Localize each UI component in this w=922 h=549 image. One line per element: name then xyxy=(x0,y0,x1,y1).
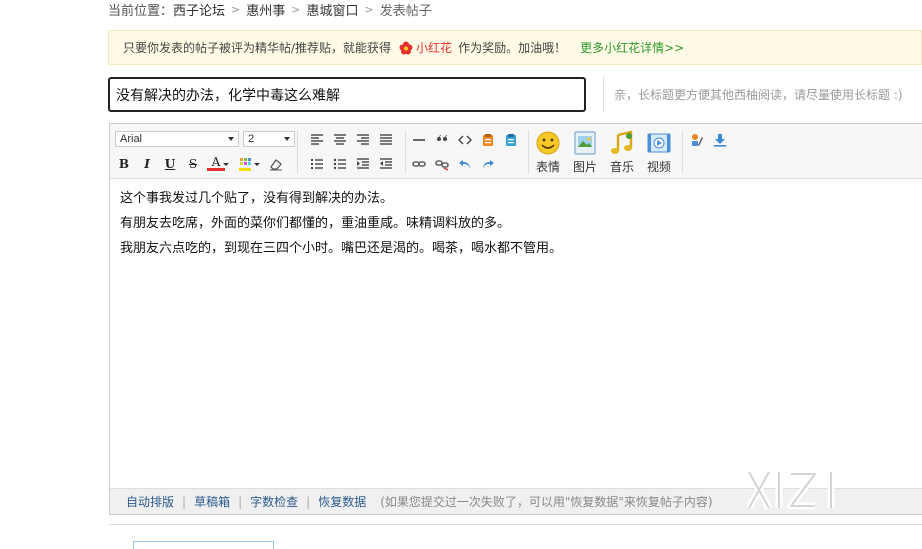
post-title-input[interactable] xyxy=(108,77,586,112)
breadcrumb-current: 发表帖子 xyxy=(379,3,432,19)
rich-text-editor: Arial 2 B I U S A 表情 图片 音乐 视频 这个事我发过几个贴了… xyxy=(109,123,922,515)
chevron-down-icon[interactable] xyxy=(253,155,261,173)
word-count-link[interactable]: 字数检查 xyxy=(250,493,298,510)
bottom-input-box[interactable] xyxy=(133,541,274,549)
quote-icon[interactable] xyxy=(433,131,451,149)
xizi-watermark-logo xyxy=(745,470,835,510)
strikethrough-button[interactable]: S xyxy=(184,155,202,173)
underline-button[interactable]: U xyxy=(161,155,179,173)
emoji-button[interactable]: 表情 xyxy=(532,130,564,176)
breadcrumb: 当前位置： 西子论坛 > 惠州事 > 惠城窗口 > 发表帖子 xyxy=(108,0,432,19)
editor-toolbar: Arial 2 B I U S A 表情 图片 音乐 视频 xyxy=(110,124,922,179)
outdent-icon[interactable] xyxy=(377,155,395,173)
status-separator: | xyxy=(238,494,243,509)
title-divider xyxy=(603,77,604,112)
align-right-icon[interactable] xyxy=(354,131,372,149)
status-separator: | xyxy=(306,494,311,509)
music-label: 音乐 xyxy=(609,160,634,174)
breadcrumb-separator: > xyxy=(291,2,301,16)
video-icon xyxy=(647,133,671,153)
eraser-icon[interactable] xyxy=(267,155,285,173)
smiley-icon xyxy=(536,131,560,155)
paste-word-icon[interactable] xyxy=(479,131,497,149)
breadcrumb-item-huizhou[interactable]: 惠州事 xyxy=(246,0,285,19)
drafts-link[interactable]: 草稿箱 xyxy=(194,493,230,510)
notice-text: 只要你发表的帖子被评为精华帖/推荐贴，就能获得 xyxy=(123,41,392,55)
align-justify-icon[interactable] xyxy=(377,131,395,149)
toolbar-separator xyxy=(297,130,298,174)
toolbar-separator xyxy=(682,130,683,174)
breadcrumb-item-huicheng[interactable]: 惠城窗口 xyxy=(306,0,358,19)
font-size-select[interactable]: 2 xyxy=(243,131,295,147)
font-size-value: 2 xyxy=(248,133,255,145)
content-line: 我朋友六点吃的，到现在三四个小时。嘴巴还是渴的。喝茶，喝水都不管用。 xyxy=(120,241,563,256)
horizontal-rule-icon[interactable] xyxy=(410,131,428,149)
status-separator: | xyxy=(182,494,187,509)
align-left-icon[interactable] xyxy=(308,131,326,149)
redo-icon[interactable] xyxy=(479,155,497,173)
emoji-label: 表情 xyxy=(535,160,560,174)
chevron-down-icon xyxy=(284,137,290,141)
align-center-icon[interactable] xyxy=(331,131,349,149)
more-flower-link[interactable]: 更多小红花详情>> xyxy=(580,39,684,56)
image-icon xyxy=(574,131,596,155)
code-icon[interactable] xyxy=(456,131,474,149)
bottom-panel xyxy=(109,524,922,549)
undo-icon[interactable] xyxy=(456,155,474,173)
font-family-value: Arial xyxy=(120,133,143,145)
red-flower-icon xyxy=(399,41,413,55)
content-line: 有朋友去吃席，外面的菜你们都懂的，重油重咸。味精调料放的多。 xyxy=(120,216,511,231)
restore-data-link[interactable]: 恢复数据 xyxy=(318,493,366,510)
italic-button[interactable]: I xyxy=(138,155,156,173)
reward-notice: 只要你发表的帖子被评为精华帖/推荐贴，就能获得 小红花 作为奖励。加油哦！ 更多… xyxy=(108,30,922,65)
restore-note: (如果您提交过一次失败了，可以用"恢复数据"来恢复帖子内容) xyxy=(380,495,713,509)
breadcrumb-item-forum[interactable]: 西子论坛 xyxy=(173,0,225,19)
video-button[interactable]: 视频 xyxy=(643,130,675,176)
indent-icon[interactable] xyxy=(354,155,372,173)
notice-reward-text: 作为奖励。加油哦！ xyxy=(458,41,567,55)
toolbar-separator xyxy=(405,130,406,174)
bold-button[interactable]: B xyxy=(115,155,133,173)
edit-icon[interactable] xyxy=(688,131,706,149)
breadcrumb-separator: > xyxy=(231,2,241,16)
editor-content[interactable]: 这个事我发过几个贴了，没有得到解决的办法。 有朋友去吃席，外面的菜你们都懂的，重… xyxy=(120,186,912,261)
title-hint: 亲，长标题更方便其他西柚阅读，请尽量使用长标题 :) xyxy=(614,88,903,102)
toolbar-separator xyxy=(528,130,529,174)
music-button[interactable]: 音乐 xyxy=(606,130,638,176)
ordered-list-icon[interactable] xyxy=(308,155,326,173)
download-icon[interactable] xyxy=(711,131,729,149)
link-icon[interactable] xyxy=(410,155,428,173)
flower-label: 小红花 xyxy=(416,41,453,55)
video-label: 视频 xyxy=(646,160,671,174)
breadcrumb-separator: > xyxy=(364,2,374,16)
chevron-down-icon xyxy=(228,137,234,141)
background-color-button[interactable] xyxy=(236,155,254,173)
content-line: 这个事我发过几个贴了，没有得到解决的办法。 xyxy=(120,191,394,206)
breadcrumb-prefix: 当前位置： xyxy=(108,3,174,19)
music-icon xyxy=(611,130,633,154)
image-button[interactable]: 图片 xyxy=(569,130,601,176)
unordered-list-icon[interactable] xyxy=(331,155,349,173)
auto-format-link[interactable]: 自动排版 xyxy=(126,493,174,510)
image-label: 图片 xyxy=(572,160,597,174)
chevron-down-icon[interactable] xyxy=(222,155,230,173)
unlink-icon[interactable] xyxy=(433,155,451,173)
font-family-select[interactable]: Arial xyxy=(115,131,239,147)
paste-text-icon[interactable] xyxy=(502,131,520,149)
